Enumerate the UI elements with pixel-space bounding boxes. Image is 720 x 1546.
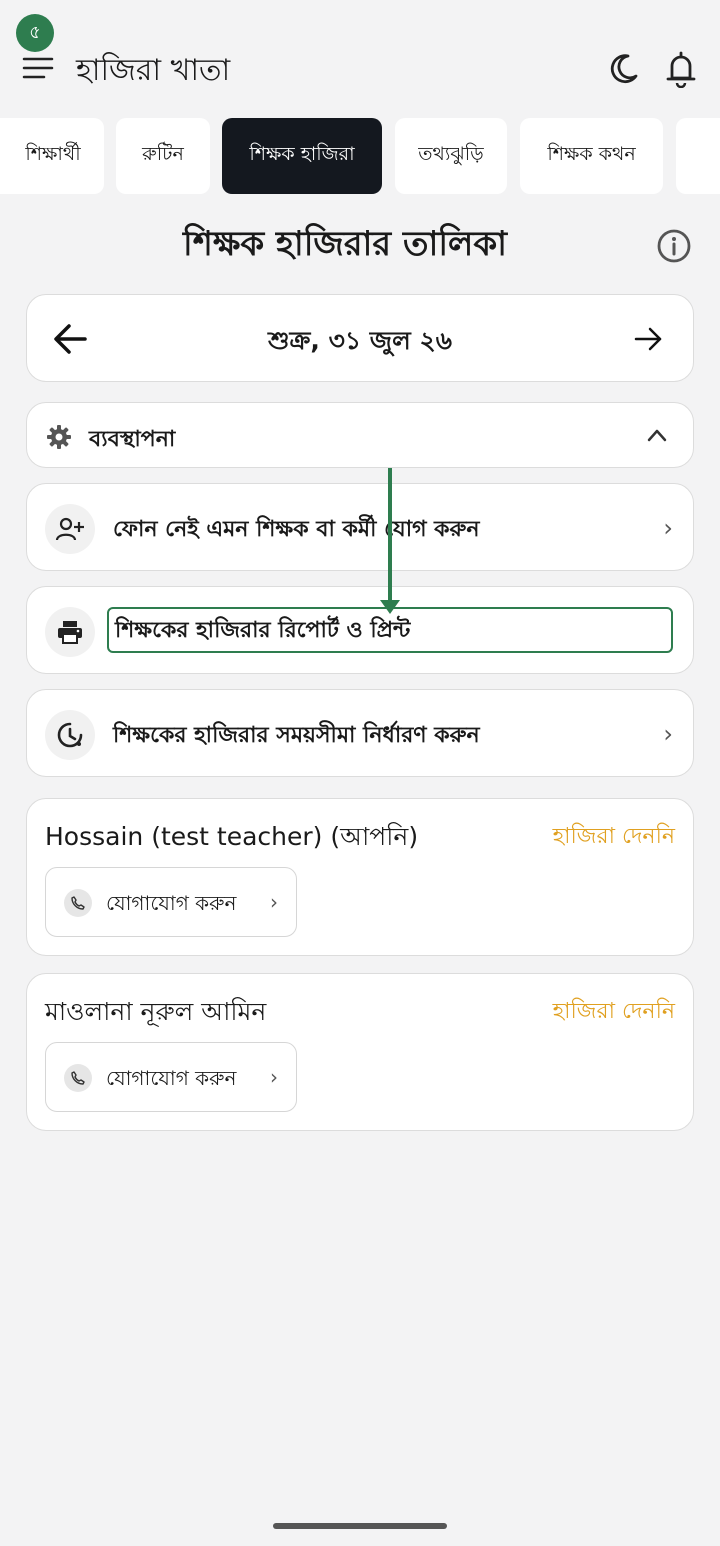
phone-icon [64,889,92,917]
hamburger-menu-icon[interactable] [22,56,54,80]
set-attendance-time-limit-button[interactable]: শিক্ষকের হাজিরার সময়সীমা নির্ধারণ করুন … [26,689,694,777]
chevron-right-icon: › [270,1065,278,1089]
gear-icon [47,425,71,449]
clock-icon [45,710,95,760]
tab-info-basket[interactable]: তথ্যঝুড়ি [395,118,507,194]
tab-more[interactable] [676,118,720,194]
next-date-arrow-icon[interactable] [633,323,665,355]
info-icon[interactable] [656,228,692,264]
contact-label: যোগাযোগ করুন [106,1066,237,1090]
tab-teacher-talk[interactable]: শিক্ষক কথন [520,118,663,194]
tab-routine[interactable]: রুটিন [116,118,210,194]
home-indicator[interactable] [273,1523,447,1529]
phone-icon [64,1064,92,1092]
tab-students[interactable]: শিক্ষার্থী [0,118,104,194]
action-label: ফোন নেই এমন শিক্ষক বা কর্মী যোগ করুন [113,517,480,542]
teacher-name: মাওলানা নূরুল আমিন [45,997,267,1026]
management-label: ব্যবস্থাপনা [89,427,176,452]
chevron-right-icon: › [663,720,673,748]
add-teacher-without-phone-button[interactable]: ফোন নেই এমন শিক্ষক বা কর্মী যোগ করুন › [26,483,694,571]
date-navigator: শুক্র, ৩১ জুল ২৬ [26,294,694,382]
notification-count-badge: ৫ [16,14,54,52]
notification-bell-icon[interactable] [664,50,698,88]
action-label: শিক্ষকের হাজিরার সময়সীমা নির্ধারণ করুন [113,723,480,748]
contact-button[interactable]: যোগাযোগ করুন › [45,867,297,937]
printer-icon [45,607,95,657]
contact-button[interactable]: যোগাযোগ করুন › [45,1042,297,1112]
chevron-right-icon: › [270,890,278,914]
management-section-header[interactable]: ব্যবস্থাপনা [26,402,694,468]
chevron-right-icon: › [663,514,673,542]
attendance-report-print-button[interactable]: শিক্ষকের হাজিরার রিপোর্ট ও প্রিন্ট [26,586,694,674]
tab-teacher-attendance[interactable]: শিক্ষক হাজিরা [222,118,382,194]
teacher-card: Hossain (test teacher) (আপনি) হাজিরা দেন… [26,798,694,956]
attendance-status: হাজিরা দেননি [552,824,675,849]
page-title: শিক্ষক হাজিরার তালিকা [182,224,508,264]
dark-mode-icon[interactable] [606,52,640,86]
chevron-up-icon[interactable] [647,427,667,443]
contact-label: যোগাযোগ করুন [106,891,237,915]
teacher-card: মাওলানা নূরুল আমিন হাজিরা দেননি যোগাযোগ … [26,973,694,1131]
app-title: হাজিরা খাতা [76,53,231,88]
tab-bar: শিক্ষার্থী রুটিন শিক্ষক হাজিরা তথ্যঝুড়ি… [0,118,720,194]
current-date: শুক্র, ৩১ জুল ২৬ [267,326,452,355]
teacher-name: Hossain (test teacher) (আপনি) [45,822,419,851]
add-person-icon [45,504,95,554]
annotation-arrow-icon [380,468,400,614]
attendance-status: হাজিরা দেননি [552,999,675,1024]
action-label: শিক্ষকের হাজিরার রিপোর্ট ও প্রিন্ট [115,618,411,643]
